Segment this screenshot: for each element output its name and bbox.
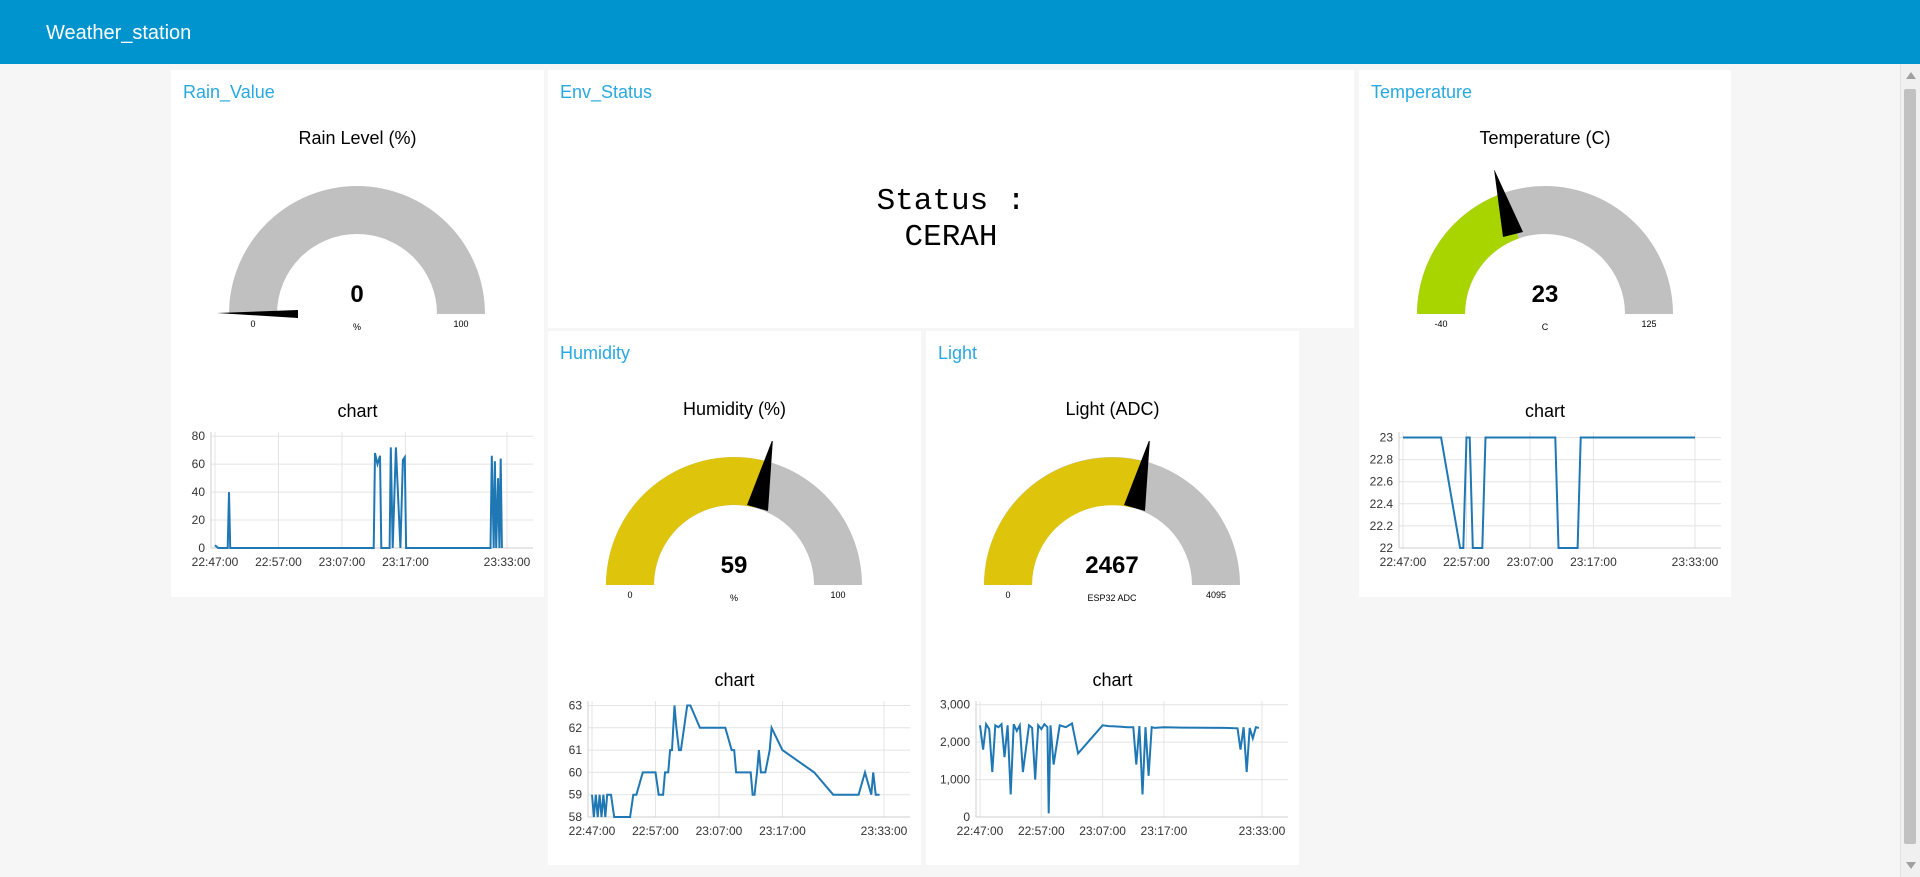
x-tick-label: 22:57:00	[1018, 824, 1065, 838]
humidity-chart: 58 59 60 61 62 63 22:47:00 22:57:00 23:07:00 23:1…	[569, 698, 910, 838]
x-tick-label: 23:33:00	[1672, 555, 1719, 569]
x-tick-label: 23:17:00	[1570, 555, 1617, 569]
y-tick-label: 60	[192, 457, 206, 471]
scroll-down-icon[interactable]	[1906, 862, 1916, 869]
vertical-scrollbar[interactable]	[1900, 64, 1920, 877]
x-tick-label: 23:07:00	[696, 824, 743, 838]
series-line	[1403, 436, 1695, 549]
x-tick-label: 23:17:00	[1141, 824, 1188, 838]
y-tick-label: 22.4	[1370, 497, 1394, 511]
light-chart-label: chart	[1092, 670, 1133, 690]
y-tick-label: 60	[569, 765, 583, 779]
light-gauge-unit: ESP32 ADC	[1087, 593, 1137, 603]
light-gauge-value: 2467	[1085, 552, 1138, 579]
temperature-gauge-unit: C	[1542, 322, 1549, 332]
temperature-gauge-value: 23	[1532, 281, 1559, 308]
y-tick-label: 22.8	[1370, 453, 1394, 467]
scrollbar-thumb[interactable]	[1904, 89, 1916, 844]
series-line	[591, 704, 880, 818]
humidity-gauge-max: 100	[830, 590, 845, 600]
x-tick-label: 22:57:00	[255, 555, 302, 569]
x-tick-label: 23:17:00	[382, 555, 429, 569]
rain-chart-label: chart	[337, 401, 378, 421]
rain-gauge-label: Rain Level (%)	[298, 128, 417, 148]
y-tick-label: 2,000	[940, 735, 970, 749]
y-tick-label: 0	[198, 541, 205, 555]
y-tick-label: 22	[1380, 541, 1394, 555]
status-value: CERAH	[904, 220, 998, 255]
temperature-gauge-label: Temperature (C)	[1479, 128, 1611, 148]
light-gauge-min: 0	[1005, 590, 1010, 600]
x-tick-label: 23:07:00	[319, 555, 366, 569]
humidity-gauge-value: 59	[721, 552, 748, 579]
x-tick-label: 23:17:00	[759, 824, 806, 838]
y-tick-label: 62	[569, 721, 583, 735]
light-gauge-max: 4095	[1206, 590, 1226, 600]
x-tick-label: 22:47:00	[192, 555, 239, 569]
light-gauge-label: Light (ADC)	[1065, 399, 1160, 419]
temperature-gauge-min: -40	[1434, 319, 1447, 329]
y-tick-label: 59	[569, 788, 583, 802]
y-tick-label: 40	[192, 485, 206, 499]
app-header: Weather_station	[0, 0, 1920, 64]
y-tick-label: 1,000	[940, 773, 970, 787]
humidity-card: Humidity Humidity (%) 59 % 0 100 chart 5…	[548, 331, 921, 865]
temperature-gauge-max: 125	[1641, 319, 1656, 329]
light-card-title: Light	[938, 343, 978, 363]
x-tick-label: 22:47:00	[1380, 555, 1427, 569]
rain-gauge-value: 0	[350, 281, 363, 308]
temperature-gauge: 23 C -40 125	[1417, 170, 1673, 332]
rain-card: Rain_Value Rain Level (%) 0 % 0 100 char…	[171, 70, 544, 597]
y-tick-label: 80	[192, 429, 206, 443]
rain-gauge-unit: %	[353, 322, 361, 332]
humidity-gauge-label: Humidity (%)	[682, 399, 786, 419]
y-tick-label: 58	[569, 810, 583, 824]
x-tick-label: 23:33:00	[861, 824, 908, 838]
x-tick-label: 22:57:00	[632, 824, 679, 838]
x-tick-label: 23:33:00	[1239, 824, 1286, 838]
y-tick-label: 22.2	[1370, 519, 1394, 533]
rain-card-title: Rain_Value	[183, 82, 275, 102]
light-gauge: 2467 ESP32 ADC 0 4095	[984, 441, 1240, 603]
humidity-gauge-min: 0	[627, 590, 632, 600]
y-tick-label: 61	[569, 743, 583, 757]
env-card-title: Env_Status	[560, 82, 653, 102]
series-line	[979, 721, 1260, 814]
light-chart: 0 1,000 2,000 3,000 22:47:00 22:57:00 23:07:00…	[940, 698, 1288, 838]
rain-gauge: 0 % 0 100	[217, 186, 485, 332]
humidity-chart-label: chart	[714, 670, 755, 690]
x-tick-label: 22:57:00	[1443, 555, 1490, 569]
scroll-up-icon[interactable]	[1906, 72, 1916, 79]
temperature-chart-label: chart	[1524, 401, 1566, 421]
rain-gauge-max: 100	[453, 319, 468, 329]
temperature-card-title: Temperature	[1371, 82, 1473, 102]
y-tick-label: 3,000	[940, 698, 970, 712]
y-tick-label: 20	[192, 513, 206, 527]
status-label: Status :	[876, 184, 1026, 219]
temperature-card: Temperature Temperature (C) 23 C -40 125…	[1359, 70, 1731, 597]
dashboard-title: Weather_station	[46, 22, 192, 44]
env-status-card: Env_Status Status : CERAH	[548, 70, 1354, 328]
series-line	[214, 447, 503, 549]
y-tick-label: 23	[1380, 431, 1394, 445]
x-tick-label: 22:47:00	[957, 824, 1004, 838]
temperature-chart: 22 22.2 22.4 22.6 22.8 23 22:47:00 22:57:00 23:0…	[1370, 431, 1721, 569]
x-tick-label: 23:07:00	[1507, 555, 1554, 569]
rain-chart: 0 20 40 60 80 22:47:00 22:57:00 23:07:00 23:17:0…	[192, 429, 533, 569]
humidity-card-title: Humidity	[560, 343, 631, 363]
y-tick-label: 0	[963, 810, 970, 824]
y-tick-label: 22.6	[1370, 475, 1394, 489]
x-tick-label: 23:07:00	[1079, 824, 1126, 838]
light-card: Light Light (ADC) 2467 ESP32 ADC 0 4095 …	[926, 331, 1299, 865]
x-tick-label: 22:47:00	[569, 824, 616, 838]
humidity-gauge: 59 % 0 100	[606, 441, 862, 603]
x-tick-label: 23:33:00	[484, 555, 531, 569]
humidity-gauge-unit: %	[730, 593, 738, 603]
rain-gauge-min: 0	[250, 319, 255, 329]
y-tick-label: 63	[569, 698, 583, 712]
